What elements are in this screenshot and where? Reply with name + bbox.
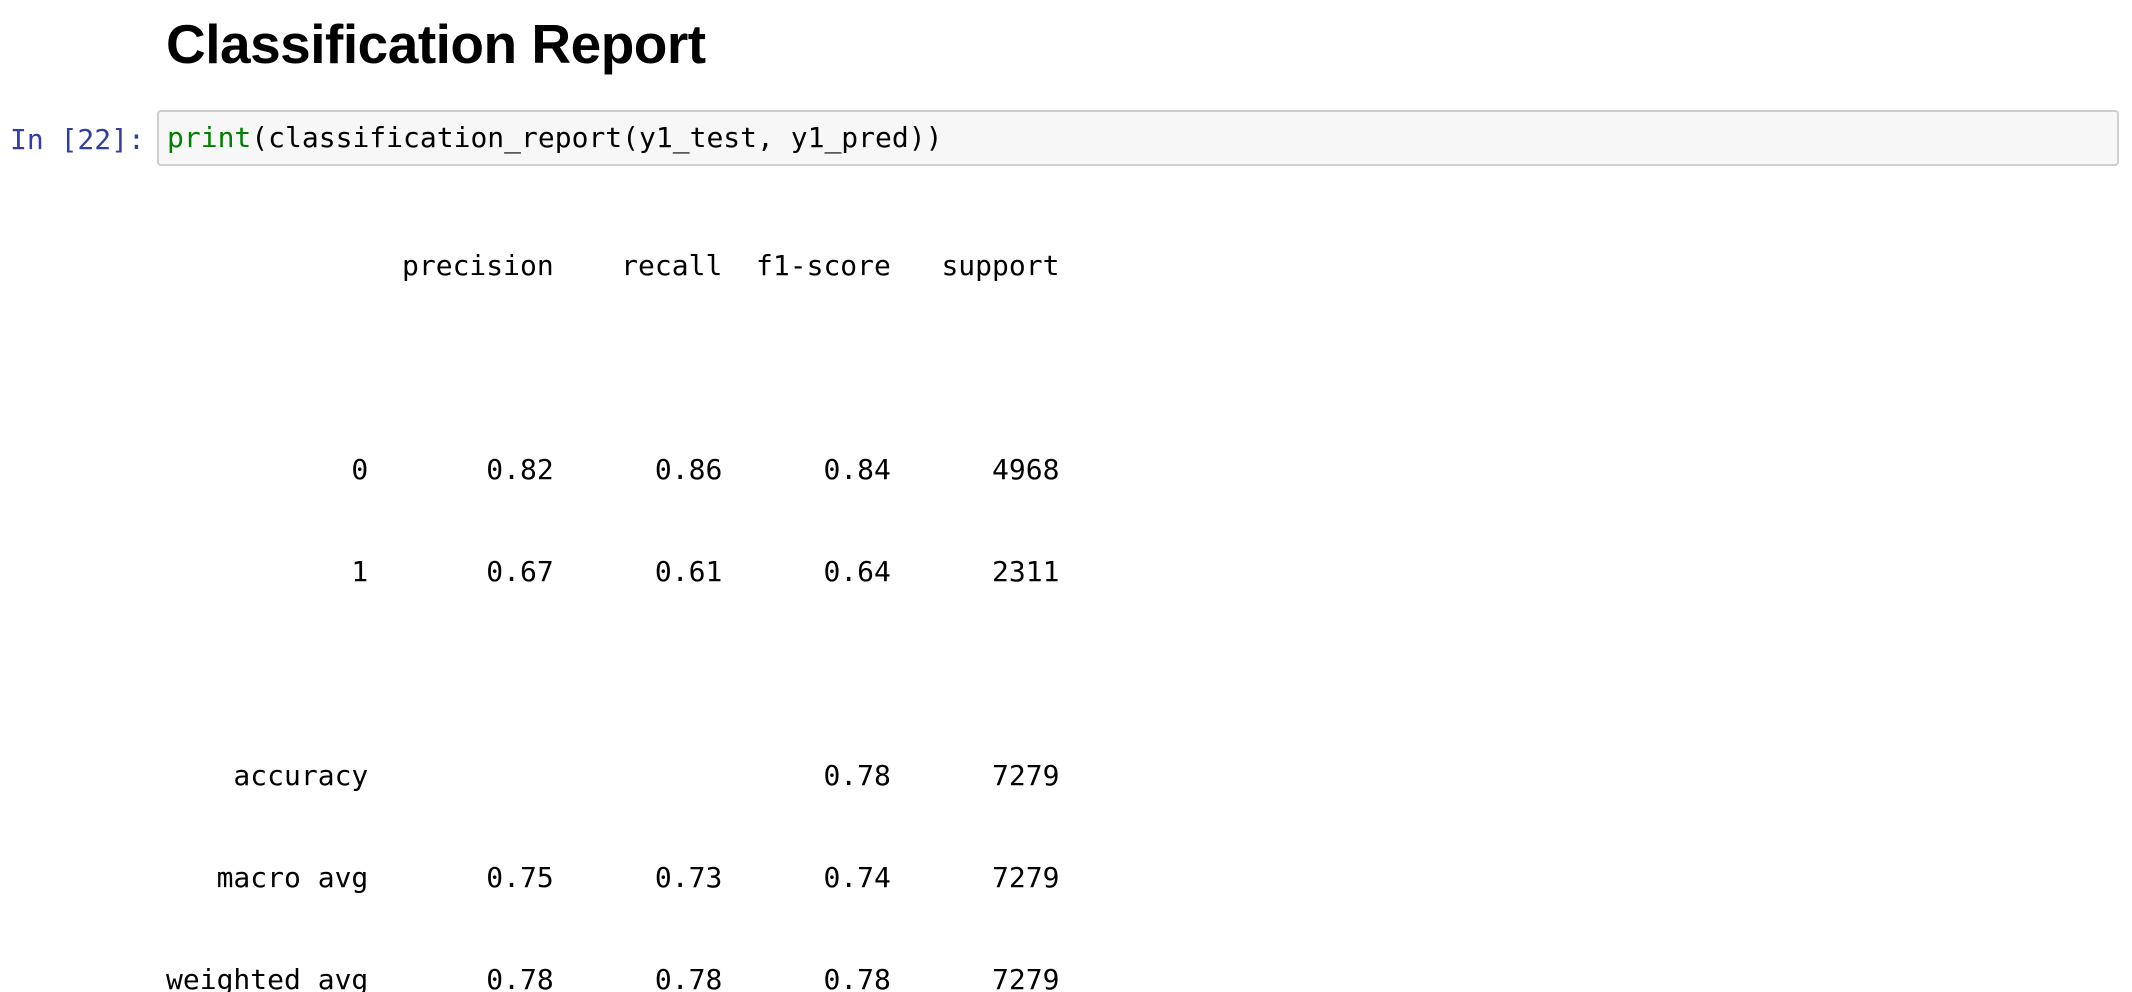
section-heading: Classification Report xyxy=(166,13,706,75)
output-row-accuracy: accuracy 0.78 7279 xyxy=(166,759,1060,792)
output-blank-line xyxy=(166,657,1059,691)
output-row-class-0: 0 0.82 0.86 0.84 4968 xyxy=(166,453,1060,486)
input-prompt: In [22]: xyxy=(10,123,145,156)
code-cell[interactable]: In [22]: print(classification_report(y1_… xyxy=(0,108,2132,172)
output-row-macro-avg: macro avg 0.75 0.73 0.74 7279 xyxy=(166,861,1060,894)
cell-output: precision recall f1-score support 0 0.82… xyxy=(166,181,1059,992)
code-line[interactable]: print(classification_report(y1_test, y1_… xyxy=(167,112,942,164)
output-header-line: precision recall f1-score support xyxy=(166,249,1060,282)
output-blank-line xyxy=(166,351,1059,385)
code-input-area[interactable]: print(classification_report(y1_test, y1_… xyxy=(157,110,2119,166)
output-row-class-1: 1 0.67 0.61 0.64 2311 xyxy=(166,555,1060,588)
code-call-args: (classification_report(y1_test, y1_pred)… xyxy=(251,121,943,154)
code-builtin-print: print xyxy=(167,121,252,154)
output-row-weighted-avg: weighted avg 0.78 0.78 0.78 7279 xyxy=(166,963,1060,992)
